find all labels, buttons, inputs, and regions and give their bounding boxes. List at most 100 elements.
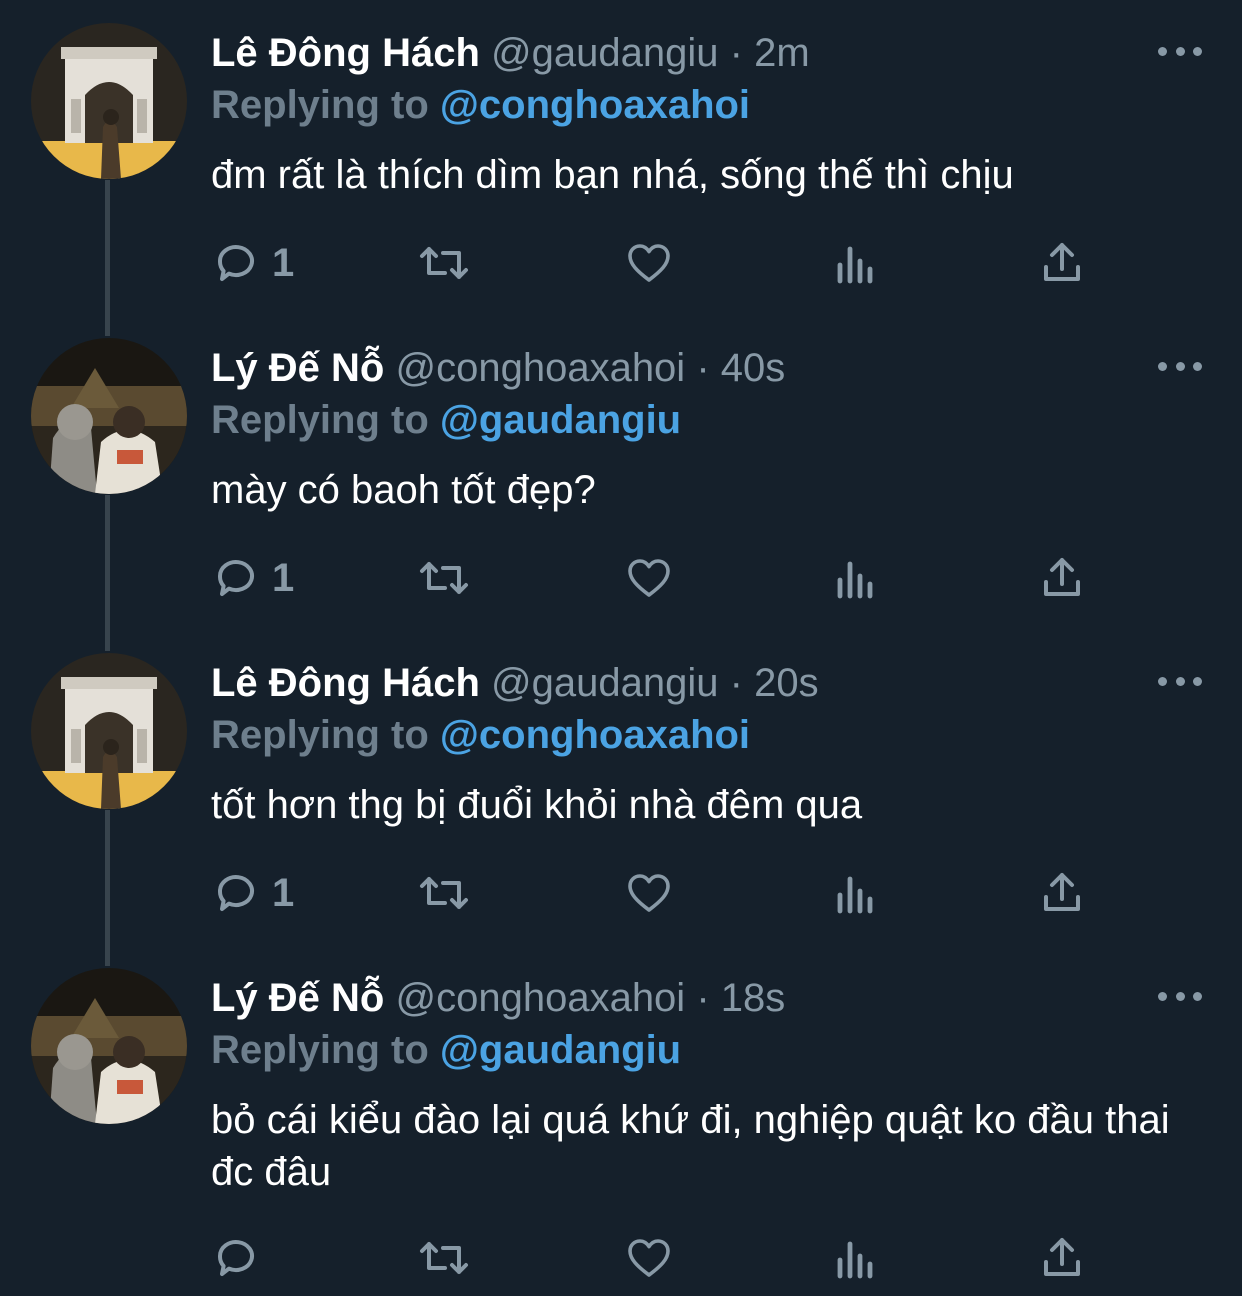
analytics-icon [837, 1241, 873, 1279]
replying-to: Replying to @gaudangiu [211, 397, 681, 443]
tweet-text: đm rất là thích dìm bạn nhá, sống thế th… [211, 153, 1014, 197]
share-icon [1044, 1238, 1080, 1276]
share-icon [1044, 873, 1080, 911]
replying-to: Replying to @gaudangiu [211, 1027, 681, 1073]
replying-to: Replying to @conghoaxahoi [211, 712, 750, 758]
mention-link[interactable]: @conghoaxahoi [440, 83, 750, 127]
arc-de-triomphe-photo [31, 23, 187, 179]
reply-icon [218, 245, 254, 281]
more-icon[interactable] [1158, 40, 1202, 62]
like-button[interactable] [625, 553, 673, 603]
like-icon [628, 244, 670, 282]
reply-icon [218, 1240, 254, 1276]
tweet-header: Lê Đông Hách @gaudangiu · 20s [211, 660, 819, 706]
user-handle[interactable]: @gaudangiu [491, 31, 718, 75]
more-icon[interactable] [1158, 670, 1202, 692]
display-name[interactable]: Lý Đế Nỗ [211, 346, 384, 390]
share-button[interactable] [1040, 238, 1084, 288]
reply-icon [218, 875, 254, 911]
like-icon [628, 1239, 670, 1277]
tweet-text: bỏ cái kiểu đào lại quá khứ đi, nghiệp q… [211, 1098, 1170, 1194]
like-button[interactable] [625, 1233, 673, 1283]
reply-icon [218, 560, 254, 596]
avatar[interactable] [31, 968, 187, 1124]
arc-de-triomphe-photo [31, 653, 187, 809]
tweet[interactable]: Lý Đế Nỗ @conghoaxahoi · 18s Replying to… [0, 945, 1242, 1296]
share-button[interactable] [1040, 553, 1084, 603]
tweet-text: mày có baoh tốt đẹp? [211, 468, 596, 512]
like-button[interactable] [625, 238, 673, 288]
tweet-header: Lê Đông Hách @gaudangiu · 2m [211, 30, 810, 76]
mention-link[interactable]: @gaudangiu [440, 398, 681, 442]
analytics-button[interactable] [834, 1233, 878, 1283]
share-button[interactable] [1040, 868, 1084, 918]
reply-button[interactable]: 1 [212, 868, 294, 918]
retweet-button[interactable] [417, 1233, 471, 1283]
retweet-button[interactable] [417, 553, 471, 603]
avatar[interactable] [31, 23, 187, 179]
reply-count: 1 [272, 555, 295, 600]
analytics-icon [837, 561, 873, 599]
replying-to: Replying to @conghoaxahoi [211, 82, 750, 128]
timestamp[interactable]: 18s [721, 976, 786, 1020]
louvre-couple-photo [31, 968, 187, 1124]
tweet-header: Lý Đế Nỗ @conghoaxahoi · 18s [211, 975, 785, 1021]
avatar[interactable] [31, 338, 187, 494]
like-icon [628, 559, 670, 597]
retweet-icon [420, 1242, 468, 1274]
tweet-header: Lý Đế Nỗ @conghoaxahoi · 40s [211, 345, 785, 391]
timestamp[interactable]: 40s [721, 346, 786, 390]
retweet-icon [420, 562, 468, 594]
like-icon [628, 874, 670, 912]
more-icon[interactable] [1158, 985, 1202, 1007]
separator-dot: · [696, 346, 710, 390]
tweet[interactable]: Lê Đông Hách @gaudangiu · 20s Replying t… [0, 630, 1242, 945]
louvre-couple-photo [31, 338, 187, 494]
replying-label: Replying to [211, 83, 429, 127]
reply-count: 1 [272, 240, 295, 285]
user-handle[interactable]: @conghoaxahoi [395, 346, 685, 390]
action-bar [212, 1233, 1092, 1283]
mention-link[interactable]: @conghoaxahoi [440, 713, 750, 757]
analytics-icon [837, 246, 873, 284]
analytics-icon [837, 876, 873, 914]
replying-label: Replying to [211, 1028, 429, 1072]
reply-button[interactable]: 1 [212, 238, 294, 288]
more-icon[interactable] [1158, 355, 1202, 377]
retweet-icon [420, 247, 468, 279]
replying-label: Replying to [211, 398, 429, 442]
tweet-text: tốt hơn thg bị đuổi khỏi nhà đêm qua [211, 783, 863, 827]
separator-dot: · [729, 661, 743, 705]
avatar[interactable] [31, 653, 187, 809]
reply-button[interactable] [212, 1233, 272, 1283]
separator-dot: · [729, 31, 743, 75]
separator-dot: · [696, 976, 710, 1020]
reply-button[interactable]: 1 [212, 553, 294, 603]
tweet-thread: Lê Đông Hách @gaudangiu · 2m Replying to… [0, 0, 1242, 1296]
analytics-button[interactable] [834, 868, 878, 918]
action-bar: 1 [212, 238, 1092, 288]
share-icon [1044, 243, 1080, 281]
share-button[interactable] [1040, 1233, 1084, 1283]
retweet-button[interactable] [417, 868, 471, 918]
share-icon [1044, 558, 1080, 596]
tweet[interactable]: Lê Đông Hách @gaudangiu · 2m Replying to… [0, 0, 1242, 315]
replying-label: Replying to [211, 713, 429, 757]
like-button[interactable] [625, 868, 673, 918]
analytics-button[interactable] [834, 238, 878, 288]
analytics-button[interactable] [834, 553, 878, 603]
user-handle[interactable]: @gaudangiu [491, 661, 718, 705]
action-bar: 1 [212, 553, 1092, 603]
reply-count: 1 [272, 870, 295, 915]
action-bar: 1 [212, 868, 1092, 918]
user-handle[interactable]: @conghoaxahoi [395, 976, 685, 1020]
retweet-icon [420, 877, 468, 909]
timestamp[interactable]: 2m [754, 31, 810, 75]
timestamp[interactable]: 20s [754, 661, 819, 705]
display-name[interactable]: Lê Đông Hách [211, 661, 480, 705]
retweet-button[interactable] [417, 238, 471, 288]
tweet[interactable]: Lý Đế Nỗ @conghoaxahoi · 40s Replying to… [0, 315, 1242, 630]
display-name[interactable]: Lê Đông Hách [211, 31, 480, 75]
display-name[interactable]: Lý Đế Nỗ [211, 976, 384, 1020]
mention-link[interactable]: @gaudangiu [440, 1028, 681, 1072]
